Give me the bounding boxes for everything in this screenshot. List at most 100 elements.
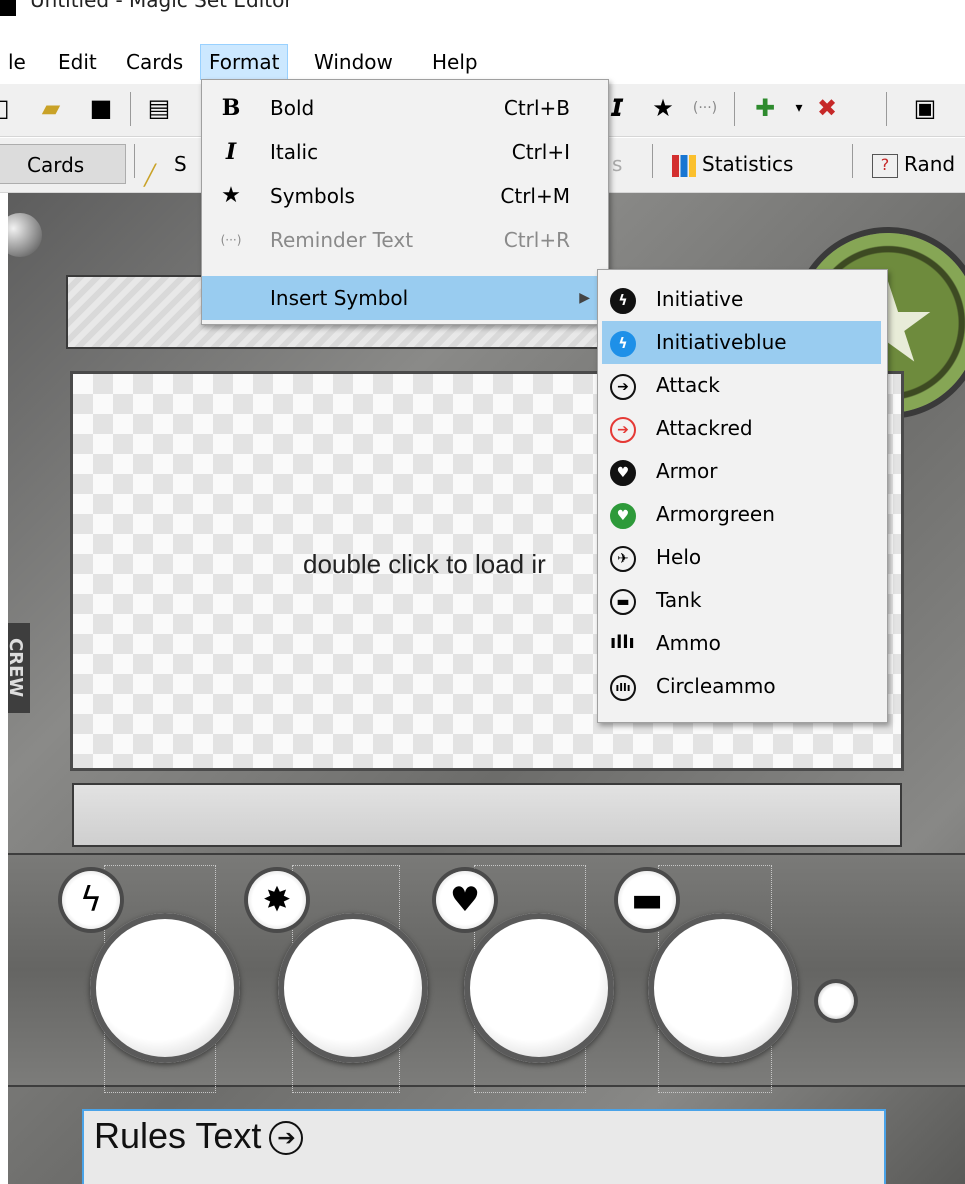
tab-cards[interactable]: Cards [0,144,126,184]
italic-icon: I [225,139,237,165]
menu-item-label: Reminder Text [270,228,414,252]
card-options-icon[interactable]: ▣ [912,94,938,122]
symbol-label: Attack [656,373,720,397]
menu-item-italic[interactable]: I Italic Ctrl+I [202,130,606,174]
tab-style-label: S [174,152,187,176]
image-placeholder-text: double click to load ir [303,549,546,579]
stat-circle [278,913,428,1063]
symbol-label: Attackred [656,416,753,440]
symbol-label: Ammo [656,631,721,655]
symbol-item-initiativeblue[interactable]: ϟ Initiativeblue [602,321,881,364]
ammo-icon: ıllı [610,632,635,653]
tab-random-label: Rand [904,152,956,176]
symbol-item-armorgreen[interactable]: ♥ Armorgreen [602,493,881,536]
menu-item-shortcut: Ctrl+I [511,140,570,164]
symbols-toolbar-icon[interactable]: ★ [650,94,676,122]
tab-cards-label: Cards [27,153,85,177]
symbol-label: Armorgreen [656,502,775,526]
symbol-item-helo[interactable]: ✈ Helo [602,536,881,579]
tab-keywords[interactable]: s [612,144,622,184]
initiative-icon: ϟ [610,288,636,314]
app-icon [0,0,16,16]
armor-icon: ♥ [610,460,636,486]
insert-symbol-submenu: ϟ Initiative ϟ Initiativeblue ➔ Attack ➔… [597,269,888,723]
tab-statistics-label: Statistics [702,152,794,176]
circle-ammo-icon: ıllı [610,675,636,701]
menu-cards[interactable]: Cards [118,44,191,80]
small-stat-circle [818,983,854,1019]
rules-text-label: Rules Text [94,1115,262,1156]
menu-item-label: Italic [270,140,319,164]
menu-item-label: Symbols [270,184,355,208]
symbol-item-tank[interactable]: ▬ Tank [602,579,881,622]
symbol-item-attackred[interactable]: ➔ Attackred [602,407,881,450]
attack-red-icon: ➔ [610,417,636,443]
symbol-item-circleammo[interactable]: ıllı Circleammo [602,665,881,708]
helo-icon: ✈ [610,546,636,572]
window-title: Untitled - Magic Set Editor [30,0,293,12]
attack-symbol-icon: ➔ [269,1121,304,1156]
menu-item-bold[interactable]: B Bold Ctrl+B [202,86,606,130]
attack-icon: ✸ [248,871,306,929]
menu-edit[interactable]: Edit [50,44,105,80]
add-card-dropdown-icon[interactable]: ▾ [786,94,812,122]
symbol-label: Circleammo [656,674,776,698]
bar-chart-icon [672,154,696,177]
new-set-icon[interactable]: ▯ [0,94,16,122]
menu-item-insert-symbol[interactable]: Insert Symbol ▶ [202,276,606,320]
menu-item-label: Insert Symbol [270,286,409,310]
remove-card-icon[interactable]: ✖ [814,94,840,122]
menu-format[interactable]: Format [200,44,289,80]
star-icon: ★ [221,183,241,208]
card-type-field[interactable] [72,783,902,847]
symbol-item-ammo[interactable]: ıllı Ammo [602,622,881,665]
symbol-label: Tank [656,588,702,612]
tab-statistics[interactable]: Statistics [672,144,793,184]
menu-help[interactable]: Help [424,44,486,80]
bold-icon: B [221,95,241,121]
export-icon[interactable]: ▤ [146,94,172,122]
initiative-icon: ϟ [62,871,120,929]
tab-keywords-label: s [612,152,623,176]
tank-icon: ▬ [618,871,676,929]
attack-icon: ➔ [610,374,636,400]
reminder-text-icon: (···) [220,233,242,247]
reminder-text-toolbar-icon[interactable]: (···) [692,94,718,122]
format-menu: B Bold Ctrl+B I Italic Ctrl+I ★ Symbols … [201,79,609,325]
symbol-item-armor[interactable]: ♥ Armor [602,450,881,493]
armor-green-icon: ♥ [610,503,636,529]
menu-window[interactable]: Window [306,44,401,80]
tab-style[interactable]: ╱ S [144,144,187,187]
menu-item-label: Bold [270,96,315,120]
menu-item-shortcut: Ctrl+M [500,184,570,208]
rivet [8,213,42,257]
open-folder-icon[interactable]: ▰ [38,94,64,122]
submenu-arrow-icon: ▶ [579,290,590,306]
rules-text-field[interactable]: Rules Text ➔ [82,1109,886,1184]
stat-circle [648,913,798,1063]
symbol-label: Initiative [656,287,744,311]
symbol-label: Helo [656,545,702,569]
tab-random[interactable]: ? Rand [872,144,955,184]
random-pack-icon: ? [872,153,898,178]
symbol-item-attack[interactable]: ➔ Attack [602,364,881,407]
symbol-label: Initiativeblue [656,330,787,354]
initiative-blue-icon: ϟ [610,331,636,357]
save-icon[interactable]: ■ [88,94,114,122]
side-label: CREW [8,623,30,713]
menu-item-shortcut: Ctrl+R [503,228,570,252]
stat-circle [464,913,614,1063]
symbol-item-initiative[interactable]: ϟ Initiative [602,278,881,321]
menu-item-reminder-text[interactable]: (···) Reminder Text Ctrl+R [202,218,606,262]
menu-item-symbols[interactable]: ★ Symbols Ctrl+M [202,174,606,218]
rules-text-content: Rules Text ➔ [94,1115,304,1157]
add-card-icon[interactable]: ✚ [752,94,778,122]
symbol-label: Armor [656,459,718,483]
menu-file[interactable]: le [0,44,34,80]
title-bar: Untitled - Magic Set Editor [0,0,965,34]
menu-bar: le Edit Cards Format Window Help [0,44,965,80]
menu-item-shortcut: Ctrl+B [503,96,570,120]
brush-icon: ╱ [144,162,157,187]
tank-icon: ▬ [610,589,636,615]
stat-circle [90,913,240,1063]
